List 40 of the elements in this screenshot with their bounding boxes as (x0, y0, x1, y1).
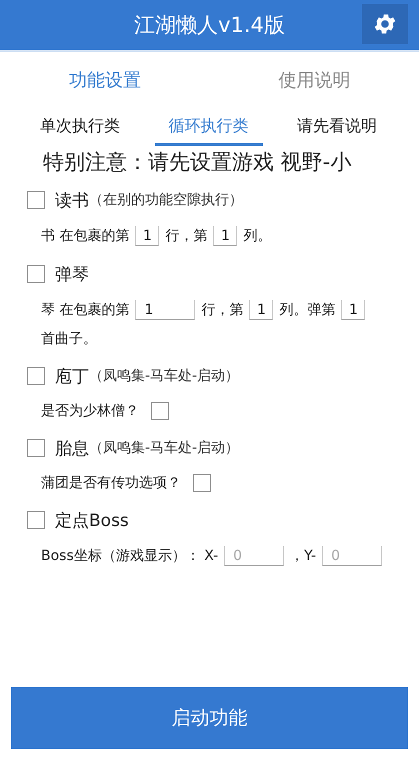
checkbox[interactable] (27, 265, 45, 283)
input-field[interactable]: 1 (213, 226, 238, 246)
option-hint: （凤鸣集-马车处-启动） (89, 367, 240, 385)
sub-tab[interactable]: 单次执行类 (32, 112, 134, 146)
detail-text: 是否为少林僧？ (41, 402, 139, 420)
start-button[interactable]: 启动功能 (11, 687, 408, 749)
settings-button[interactable] (362, 4, 408, 44)
option-hint: （在别的功能空隙执行） (89, 191, 243, 209)
input-field[interactable]: 1 (249, 300, 274, 320)
sub-tab[interactable]: 请先看说明 (283, 112, 391, 146)
option-label: 弹琴 (55, 264, 89, 286)
sub-tab[interactable]: 循环执行类 (154, 112, 262, 146)
option-hint: （凤鸣集-马车处-启动） (89, 439, 240, 457)
main-tab[interactable]: 使用说明 (210, 68, 419, 92)
detail-text: 列。弹第 (279, 301, 336, 319)
detail-text: 书 在包裹的第 (41, 227, 130, 245)
checkbox[interactable] (27, 511, 45, 529)
checkbox[interactable] (27, 439, 45, 457)
notice-text: 特别注意：请先设置游戏 视野-小 (42, 149, 352, 176)
detail-text: 行，第 (165, 227, 208, 245)
main-tab[interactable]: 功能设置 (0, 68, 210, 92)
detail-text: Boss坐标（游戏显示）： X- (41, 547, 218, 565)
checkbox[interactable] (193, 474, 211, 492)
option-label: 胎息 (55, 438, 89, 460)
option-label: 读书 (55, 190, 89, 212)
input-field[interactable]: 1 (135, 226, 160, 246)
option-label: 庖丁 (55, 366, 89, 388)
detail-text: 列。 (243, 227, 272, 245)
checkbox[interactable] (27, 191, 45, 209)
detail-text: 琴 在包裹的第 (41, 301, 130, 319)
option-label: 定点Boss (55, 510, 129, 532)
detail-text: 行，第 (201, 301, 244, 319)
detail-text: 首曲子。 (41, 330, 97, 348)
input-field[interactable]: 1 (341, 300, 366, 320)
input-field[interactable]: 1 (135, 300, 196, 320)
app-title: 江湖懒人v1.4版 (134, 12, 285, 39)
checkbox[interactable] (151, 402, 169, 420)
detail-text: 蒲团是否有传功选项？ (41, 474, 181, 492)
detail-text: ，Y- (290, 547, 316, 565)
checkbox[interactable] (27, 367, 45, 385)
